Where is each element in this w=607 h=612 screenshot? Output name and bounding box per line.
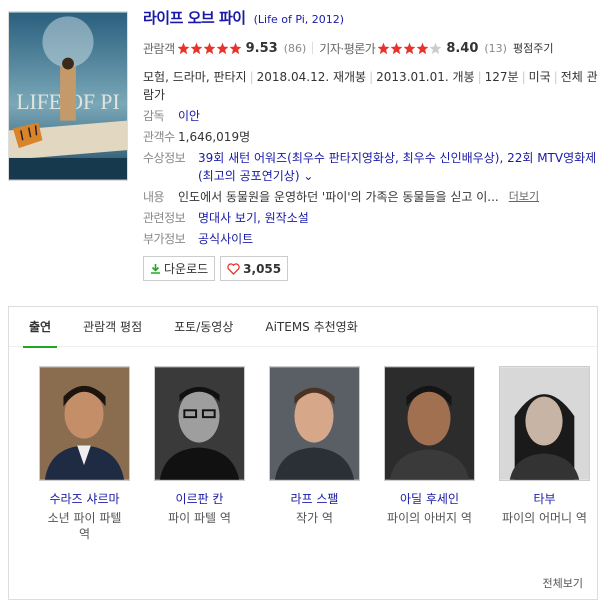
director-row: 감독 이안: [143, 107, 601, 125]
official-site-link[interactable]: 공식사이트: [198, 230, 253, 248]
awards-link[interactable]: 39회 새턴 어워즈(최우수 판타지영화상, 최우수 신인배우상), 22회 M…: [198, 149, 601, 185]
director-label: 감독: [143, 109, 165, 123]
cast-member[interactable]: 라프 스팰 작가 역: [257, 366, 372, 542]
tab-cast[interactable]: 출연: [22, 307, 58, 348]
audience-rating-label: 관람객: [143, 41, 175, 56]
star-icon: [229, 42, 242, 55]
download-button[interactable]: 다운로드: [143, 256, 216, 281]
genres[interactable]: 모험, 드라마, 판타지: [143, 70, 247, 84]
release-date: 2013.01.01. 개봉: [376, 70, 475, 84]
cast-list: 수라즈 샤르마 소년 파이 파텔 역 이르판 칸 파이 파텔 역 라프 스팰 작…: [27, 366, 602, 542]
cast-member[interactable]: 수라즈 샤르마 소년 파이 파텔 역: [27, 366, 142, 542]
director-link[interactable]: 이안: [178, 107, 200, 125]
movie-meta: 모험, 드라마, 판타지 | 2018.04.12. 재개봉 | 2013.01.01.…: [143, 70, 598, 102]
star-icon: [203, 42, 216, 55]
cast-role: 파이의 아버지 역: [387, 511, 472, 525]
movie-title[interactable]: 라이프 오브 파이: [143, 9, 246, 27]
cast-name[interactable]: 수라즈 샤르마: [27, 491, 142, 507]
cast-photo[interactable]: [269, 366, 360, 481]
star-icon: [429, 42, 442, 55]
rerelease-date: 2018.04.12. 재개봉: [256, 70, 367, 84]
download-label: 다운로드: [164, 262, 209, 276]
download-icon: [150, 263, 161, 274]
cast-photo[interactable]: [39, 366, 130, 481]
cast-role: 소년 파이 파텔 역: [47, 511, 122, 541]
cast-role: 파이 파텔 역: [168, 511, 231, 525]
viewers-label: 관객수: [143, 130, 175, 144]
cast-role: 파이의 어머니 역: [502, 511, 587, 525]
critic-rating-label: 기자·평론가: [319, 41, 376, 56]
star-icon: [190, 42, 203, 55]
cast-photo[interactable]: [384, 366, 475, 481]
awards-label: 수상정보: [143, 151, 186, 165]
rating-row: 관람객 9.53 (86) 기자·평론가 8.40 (13) 평점주기: [143, 39, 601, 57]
cast-panel: 출연 관람객 평점 포토/동영상 AiTEMS 추천영화 수라즈 샤르마 소년 …: [8, 306, 598, 600]
audience-stars: [177, 42, 242, 55]
cast-name[interactable]: 라프 스팰: [257, 491, 372, 507]
heart-icon: [227, 262, 240, 275]
audience-count[interactable]: (86): [284, 42, 307, 55]
movie-info: 라이프 오브 파이 (Life of Pi, 2012) 관람객 9.53 (8…: [143, 7, 601, 281]
cast-member[interactable]: 타부 파이의 어머니 역: [487, 366, 602, 542]
chevron-down-icon[interactable]: ⌄: [303, 169, 313, 183]
plot-more-link[interactable]: 더보기: [509, 188, 539, 206]
rate-link[interactable]: 평점주기: [513, 40, 553, 56]
country[interactable]: 미국: [529, 70, 551, 84]
like-button[interactable]: 3,055: [220, 256, 289, 281]
like-count: 3,055: [243, 261, 282, 276]
cast-role: 작가 역: [296, 511, 333, 525]
cast-member[interactable]: 이르판 칸 파이 파텔 역: [142, 366, 257, 542]
awards-text[interactable]: 39회 새턴 어워즈(최우수 판타지영화상, 최우수 신인배우상), 22회 M…: [198, 151, 596, 183]
plot-text: 인도에서 동물원을 운영하던 '파이'의 가족은 동물들을 싣고 이...: [178, 190, 499, 204]
star-icon: [390, 42, 403, 55]
runtime: 127분: [484, 70, 519, 84]
tab-audience-rating[interactable]: 관람객 평점: [83, 307, 142, 347]
tab-bar: 출연 관람객 평점 포토/동영상 AiTEMS 추천영화: [9, 307, 597, 348]
viewers-row: 관객수 1,646,019명: [143, 128, 601, 146]
star-icon: [416, 42, 429, 55]
plot-row: 내용 인도에서 동물원을 운영하던 '파이'의 가족은 동물들을 싣고 이...…: [143, 188, 601, 206]
critic-stars: [377, 42, 442, 55]
star-icon: [216, 42, 229, 55]
related-label: 관련정보: [143, 211, 186, 225]
related-row: 관련정보 명대사 보기, 원작소설: [143, 209, 601, 227]
related-links[interactable]: 명대사 보기, 원작소설: [198, 209, 309, 227]
divider: [312, 42, 314, 54]
awards-row: 수상정보 39회 새턴 어워즈(최우수 판타지영화상, 최우수 신인배우상), …: [143, 149, 601, 185]
cast-photo[interactable]: [154, 366, 245, 481]
star-icon: [377, 42, 390, 55]
extra-row: 부가정보 공식사이트: [143, 230, 601, 248]
viewers-count: 1,646,019명: [178, 130, 251, 144]
movie-poster[interactable]: LIFE OF PI: [8, 11, 128, 181]
cast-name[interactable]: 아딜 후세인: [372, 491, 487, 507]
poster-image: LIFE OF PI: [9, 12, 127, 180]
cast-member[interactable]: 아딜 후세인 파이의 아버지 역: [372, 366, 487, 542]
action-buttons: 다운로드 3,055: [143, 256, 601, 281]
tab-photo-video[interactable]: 포토/동영상: [174, 307, 233, 347]
extra-label: 부가정보: [143, 232, 186, 246]
see-all-link[interactable]: 전체보기: [543, 575, 583, 591]
critic-count[interactable]: (13): [484, 42, 507, 55]
cast-photo[interactable]: [499, 366, 590, 481]
star-icon: [403, 42, 416, 55]
critic-score: 8.40: [446, 40, 479, 56]
cast-name[interactable]: 타부: [487, 491, 602, 507]
audience-score: 9.53: [245, 40, 278, 56]
plot-label: 내용: [143, 190, 165, 204]
cast-name[interactable]: 이르판 칸: [142, 491, 257, 507]
star-icon: [177, 42, 190, 55]
title-row: 라이프 오브 파이 (Life of Pi, 2012): [143, 7, 601, 29]
original-title: (Life of Pi, 2012): [253, 13, 345, 26]
tab-aitems-recommend[interactable]: AiTEMS 추천영화: [265, 307, 357, 347]
